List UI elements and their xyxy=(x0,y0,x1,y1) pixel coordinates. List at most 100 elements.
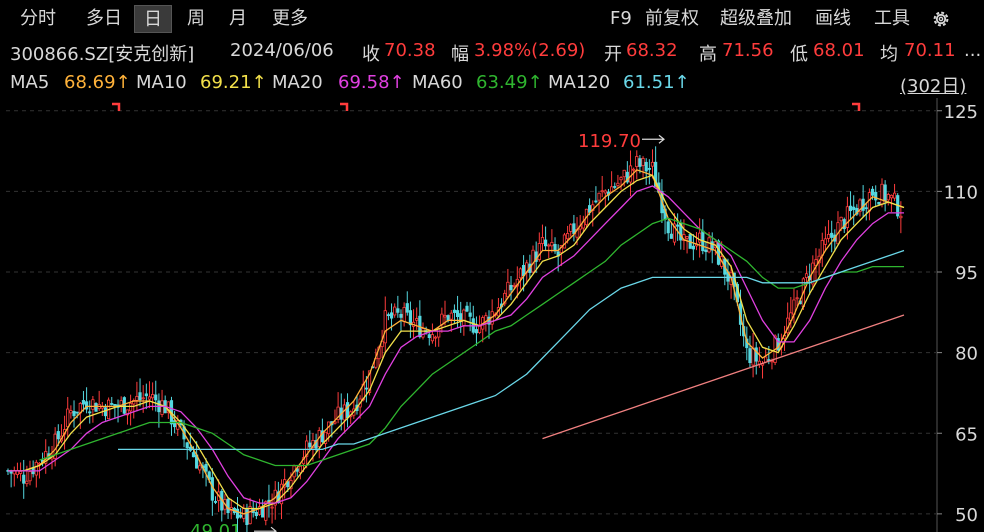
candle-body xyxy=(540,237,545,244)
candle-body xyxy=(613,186,617,188)
candle-body xyxy=(415,318,419,321)
candle-body xyxy=(886,194,890,201)
candle-body xyxy=(635,156,639,168)
ma120-label: MA120 xyxy=(548,72,611,93)
candle-body xyxy=(135,396,139,401)
candle-body xyxy=(22,474,26,484)
candle-body xyxy=(830,232,834,238)
candle-body xyxy=(147,396,152,400)
tab-week[interactable]: 周 xyxy=(178,5,214,33)
tab-day[interactable]: 日 xyxy=(134,5,172,33)
candle-body xyxy=(569,224,573,232)
candle-body xyxy=(399,313,403,318)
open-label: 开 xyxy=(604,44,622,65)
candle-body xyxy=(405,303,409,313)
candle-body xyxy=(877,201,881,205)
candle-body xyxy=(597,192,601,201)
candle-body xyxy=(455,310,460,318)
candle-body xyxy=(666,221,670,234)
candle-body xyxy=(572,223,576,234)
candle-body xyxy=(427,334,431,339)
tab-month[interactable]: 月 xyxy=(220,5,256,33)
candle-body xyxy=(110,403,114,405)
candle-body xyxy=(880,183,884,205)
tools-button[interactable]: 工具 xyxy=(874,5,910,33)
candlesticks xyxy=(6,146,903,532)
f9-button[interactable]: F9 xyxy=(610,5,632,33)
period-markers xyxy=(112,102,861,111)
period-marker xyxy=(852,102,861,111)
candle-body xyxy=(474,329,479,334)
pre-adjust-button[interactable]: 前复权 xyxy=(645,5,699,33)
candle-body xyxy=(544,239,548,247)
candle-body xyxy=(138,392,142,401)
candle-body xyxy=(594,200,598,203)
candle-body xyxy=(66,408,70,428)
candle-body xyxy=(751,347,755,366)
candle-body xyxy=(239,514,243,518)
avg-label: 均 xyxy=(880,44,898,65)
low-price-label: 49.01 xyxy=(190,521,242,532)
candle-body xyxy=(69,410,73,414)
candle-body xyxy=(75,411,79,414)
candle-body xyxy=(154,394,158,401)
candle-body xyxy=(892,192,897,199)
candle-body xyxy=(28,471,32,482)
candle-body xyxy=(512,284,516,287)
candle-body xyxy=(641,158,645,166)
candle-body xyxy=(144,393,148,397)
candle-body xyxy=(676,224,680,227)
high-price-label: 119.70 xyxy=(578,131,641,152)
candle-body xyxy=(795,297,799,300)
price-chart[interactable]: 125 110 95 80 65 50 119.70 49.01 xyxy=(0,98,984,532)
candle-body xyxy=(465,305,469,312)
days-selector[interactable]: (302日) xyxy=(900,72,966,98)
candle-body xyxy=(389,312,394,319)
candle-body xyxy=(443,314,447,318)
low-price-arrow xyxy=(254,526,277,532)
candle-body xyxy=(56,431,60,440)
candle-body xyxy=(638,158,642,167)
change-value: 3.98%(2.69) xyxy=(474,40,586,61)
y-tick-label: 95 xyxy=(955,263,978,284)
candle-body xyxy=(600,190,604,193)
candle-body xyxy=(616,182,620,186)
tab-intraday[interactable]: 分时 xyxy=(10,5,66,33)
ma20-line xyxy=(8,185,904,504)
candle-body xyxy=(804,273,809,278)
candle-body xyxy=(245,509,249,526)
candle-body xyxy=(81,400,86,405)
ma5-value: 68.69↑ xyxy=(64,72,131,93)
candle-body xyxy=(185,442,189,449)
ma60-label: MA60 xyxy=(412,72,463,93)
more-info[interactable]: ... xyxy=(964,40,981,61)
candle-body xyxy=(452,309,457,313)
candle-body xyxy=(91,399,95,410)
tab-more[interactable]: 更多 xyxy=(262,5,318,33)
candle-body xyxy=(531,249,535,273)
candle-body xyxy=(509,284,513,291)
candle-body xyxy=(198,465,202,471)
candle-body xyxy=(308,442,312,448)
stock-symbol[interactable]: 300866.SZ[安克创新] xyxy=(10,40,194,66)
candle-body xyxy=(298,465,302,474)
period-marker xyxy=(112,102,121,111)
candle-body xyxy=(619,177,623,181)
y-tick-label: 65 xyxy=(955,424,978,445)
tab-multiday[interactable]: 多日 xyxy=(76,5,132,33)
candle-body xyxy=(628,165,633,183)
y-tick-label: 125 xyxy=(944,102,978,123)
gear-icon[interactable] xyxy=(930,8,952,30)
ma10-value: 69.21↑ xyxy=(200,72,267,93)
ma20-value: 69.58↑ xyxy=(338,72,405,93)
overlay-button[interactable]: 超级叠加 xyxy=(720,5,792,33)
close-label: 收 xyxy=(362,44,380,65)
draw-line-button[interactable]: 画线 xyxy=(815,5,851,33)
candle-body xyxy=(889,194,894,199)
candle-body xyxy=(748,348,752,364)
candle-body xyxy=(103,407,108,417)
ma120-value: 61.51↑ xyxy=(623,72,690,93)
ma20-label: MA20 xyxy=(272,72,323,93)
candle-body xyxy=(826,233,831,239)
change-label: 幅 xyxy=(451,44,469,65)
